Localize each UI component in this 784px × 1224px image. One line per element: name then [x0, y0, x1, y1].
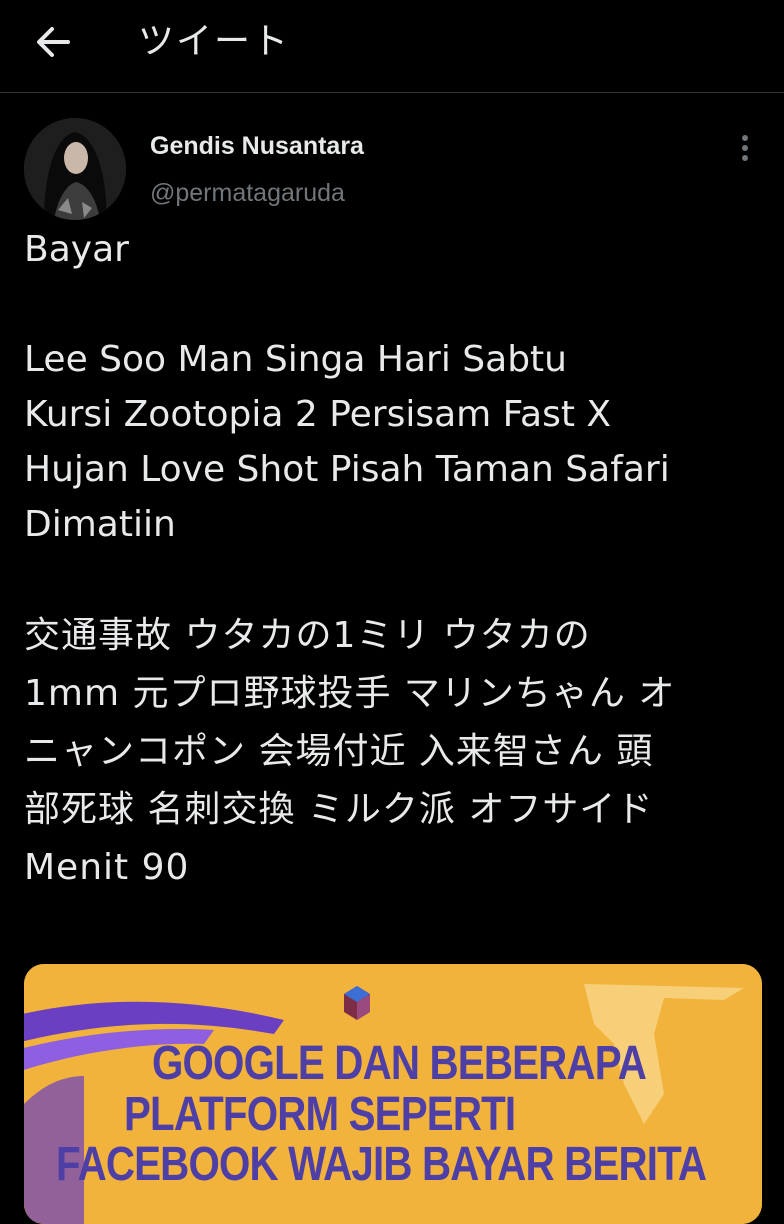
tweet-text-paragraph: Lee Soo Man Singa Hari Sabtu Kursi Zooto… — [24, 339, 670, 545]
avatar-photo — [24, 118, 126, 220]
more-options-button[interactable] — [730, 132, 760, 164]
tweet-body: Bayar Lee Soo Man Singa Hari Sabtu Kursi… — [24, 222, 764, 897]
tweet-text-paragraph: 交通事故 ウタカの1ミリ ウタカの 1mm 元プロ野球投手 マリンちゃん オ ニ… — [24, 615, 676, 888]
media-headline-line: GOOGLE DAN BEBERAPA — [152, 1037, 647, 1090]
media-headline-line: FACEBOOK WAJIB BAYAR BERITA — [56, 1138, 707, 1191]
author-handle[interactable]: @permatagaruda — [150, 175, 345, 211]
top-bar: ツイート — [0, 0, 784, 93]
avatar[interactable] — [24, 118, 126, 220]
page-title: ツイート — [138, 21, 291, 62]
back-button[interactable] — [28, 22, 80, 62]
author-display-name[interactable]: Gendis Nusantara — [150, 128, 364, 164]
media-headline-line: PLATFORM SEPERTI — [124, 1088, 516, 1141]
vertical-ellipsis-icon — [742, 135, 748, 161]
tweet-media-image[interactable]: GOOGLE DAN BEBERAPA PLATFORM SEPERTI FAC… — [24, 964, 762, 1224]
arrow-left-icon — [37, 27, 70, 57]
tweet-text-line: Bayar — [24, 229, 129, 270]
